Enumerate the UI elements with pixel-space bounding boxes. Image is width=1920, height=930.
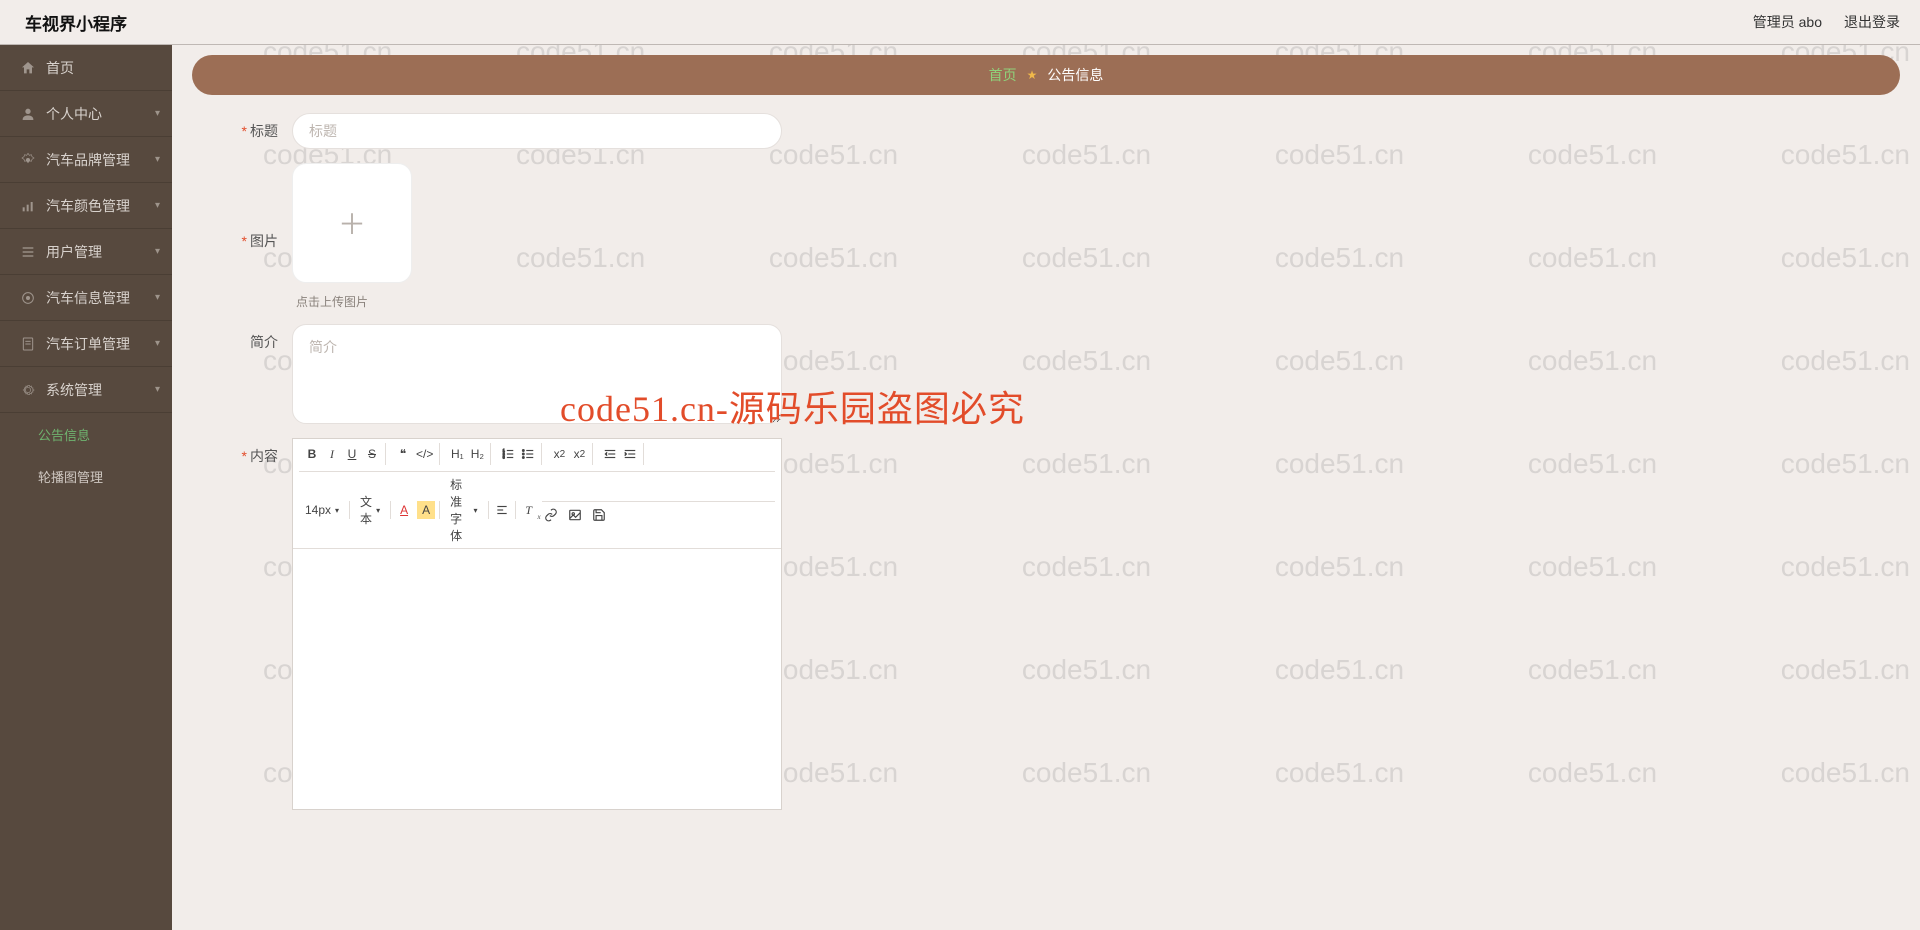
sidebar-item-home[interactable]: 首页 — [0, 45, 172, 91]
sidebar-item-label: 汽车信息管理 — [46, 288, 130, 308]
h1-button[interactable]: H₁ — [448, 445, 466, 463]
sidebar-item-label: 首页 — [46, 58, 74, 78]
gear-icon — [20, 290, 36, 306]
bold-button[interactable]: B — [303, 445, 321, 463]
cog-icon — [20, 382, 36, 398]
sidebar-sub-label: 公告信息 — [38, 425, 90, 444]
sidebar-item-label: 汽车品牌管理 — [46, 150, 130, 170]
sidebar-item-color[interactable]: 汽车颜色管理 ▾ — [0, 183, 172, 229]
star-icon: ★ — [1027, 68, 1038, 82]
editor-body[interactable] — [293, 549, 781, 809]
bars-icon — [20, 198, 36, 214]
form-row-image: *图片 ＋ 点击上传图片 — [192, 163, 1900, 310]
main-content: 首页 ★ 公告信息 *标题 *图片 ＋ 点击上传图片 简介 — [172, 45, 1920, 930]
caret-icon: ▾ — [376, 506, 380, 515]
intro-label: 简介 — [192, 324, 292, 352]
chevron-down-icon: ▾ — [155, 292, 160, 303]
user-icon — [20, 106, 36, 122]
form-row-intro: 简介 — [192, 324, 1900, 424]
h2-button[interactable]: H₂ — [468, 445, 486, 463]
intro-textarea[interactable] — [292, 324, 782, 424]
sidebar-item-label: 个人中心 — [46, 104, 102, 124]
admin-label[interactable]: 管理员 abo — [1753, 12, 1822, 32]
image-upload-box[interactable]: ＋ — [292, 163, 412, 283]
sidebar-sub-label: 轮播图管理 — [38, 467, 103, 486]
text-type-select[interactable]: 文本 ▾ — [354, 493, 386, 527]
sidebar-sub-carousel[interactable]: 轮播图管理 — [0, 455, 172, 497]
upload-hint: 点击上传图片 — [296, 293, 412, 310]
header-right: 管理员 abo 退出登录 — [1753, 12, 1900, 32]
code-button[interactable]: </> — [414, 445, 435, 463]
link-button[interactable] — [542, 506, 560, 524]
chevron-down-icon: ▾ — [155, 246, 160, 257]
sidebar-item-system[interactable]: 系统管理 ▾ — [0, 367, 172, 413]
quote-button[interactable]: ❝ — [394, 445, 412, 463]
indent-decrease-button[interactable] — [601, 445, 619, 463]
align-button[interactable] — [493, 501, 511, 519]
superscript-button[interactable]: x2 — [570, 445, 588, 463]
font-size-select[interactable]: 14px ▾ — [299, 503, 345, 517]
form-row-title: *标题 — [192, 113, 1900, 149]
chevron-down-icon: ▾ — [155, 338, 160, 349]
image-button[interactable] — [566, 506, 584, 524]
underline-button[interactable]: U — [343, 445, 361, 463]
indent-increase-button[interactable] — [621, 445, 639, 463]
sidebar-item-info[interactable]: 汽车信息管理 ▾ — [0, 275, 172, 321]
list-icon — [20, 244, 36, 260]
sidebar: 首页 个人中心 ▾ 汽车品牌管理 ▾ 汽车颜色管理 ▾ — [0, 45, 172, 930]
chevron-down-icon: ▾ — [155, 108, 160, 119]
sidebar-item-orders[interactable]: 汽车订单管理 ▾ — [0, 321, 172, 367]
caret-icon: ▾ — [335, 506, 339, 515]
chevron-down-icon: ▾ — [155, 200, 160, 211]
unordered-list-button[interactable] — [519, 445, 537, 463]
sidebar-item-label: 汽车颜色管理 — [46, 196, 130, 216]
rich-editor: B I U S ❝ </> H₁ H₂ 123 — [292, 438, 782, 810]
font-family-select[interactable]: 标准字体 ▾ — [444, 476, 483, 544]
subscript-button[interactable]: x2 — [550, 445, 568, 463]
svg-text:3: 3 — [503, 456, 505, 460]
image-label: *图片 — [192, 223, 292, 251]
app-title: 车视界小程序 — [25, 10, 127, 35]
sidebar-item-brand[interactable]: 汽车品牌管理 ▾ — [0, 137, 172, 183]
save-button[interactable] — [590, 506, 608, 524]
breadcrumb: 首页 ★ 公告信息 — [192, 55, 1900, 95]
sidebar-item-label: 用户管理 — [46, 242, 102, 262]
breadcrumb-home[interactable]: 首页 — [989, 65, 1017, 85]
header: 车视界小程序 管理员 abo 退出登录 — [0, 0, 1920, 45]
strike-button[interactable]: S — [363, 445, 381, 463]
form-row-content: *内容 B I U S ❝ </> H₁ H₂ — [192, 438, 1900, 810]
title-label: *标题 — [192, 113, 292, 141]
sidebar-sub-notice[interactable]: 公告信息 — [0, 413, 172, 455]
italic-button[interactable]: I — [323, 445, 341, 463]
sidebar-item-label: 系统管理 — [46, 380, 102, 400]
chevron-down-icon: ▾ — [155, 154, 160, 165]
sidebar-item-label: 汽车订单管理 — [46, 334, 130, 354]
logout-link[interactable]: 退出登录 — [1844, 12, 1900, 32]
sidebar-item-users[interactable]: 用户管理 ▾ — [0, 229, 172, 275]
title-input[interactable] — [292, 113, 782, 149]
home-icon — [20, 60, 36, 76]
clear-format-button[interactable]: Tx — [520, 501, 538, 519]
breadcrumb-current: 公告信息 — [1047, 65, 1103, 85]
caret-icon: ▾ — [474, 506, 478, 515]
plus-icon: ＋ — [338, 203, 366, 243]
editor-toolbar: B I U S ❝ </> H₁ H₂ 123 — [293, 439, 781, 549]
sidebar-item-profile[interactable]: 个人中心 ▾ — [0, 91, 172, 137]
chevron-down-icon: ▾ — [155, 384, 160, 395]
doc-icon — [20, 336, 36, 352]
content-label: *内容 — [192, 438, 292, 466]
ordered-list-button[interactable]: 123 — [499, 445, 517, 463]
gear-icon — [20, 152, 36, 168]
bg-color-button[interactable]: A — [417, 501, 435, 519]
text-color-button[interactable]: A — [395, 501, 413, 519]
